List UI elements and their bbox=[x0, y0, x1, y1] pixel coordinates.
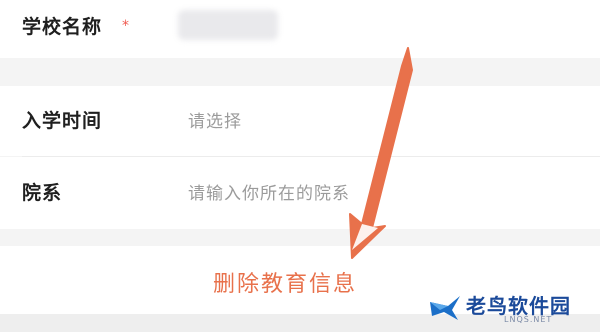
school-name-row[interactable]: 学校名称 * bbox=[0, 0, 600, 58]
school-name-label: 学校名称 bbox=[22, 16, 103, 38]
required-mark: * bbox=[122, 18, 129, 34]
enrollment-time-label: 入学时间 bbox=[22, 110, 103, 132]
watermark-logo: 老鸟软件园 LNQS.NET bbox=[428, 288, 598, 328]
enrollment-time-select[interactable]: 请选择 bbox=[188, 107, 242, 132]
department-label: 院系 bbox=[22, 182, 63, 204]
school-name-value[interactable] bbox=[178, 10, 278, 40]
delete-education-button[interactable]: 删除教育信息 bbox=[213, 266, 357, 298]
enrollment-time-row[interactable]: 入学时间 请选择 bbox=[0, 86, 600, 156]
department-row[interactable]: 院系 请输入你所在的院系 bbox=[0, 157, 600, 229]
department-input[interactable]: 请输入你所在的院系 bbox=[188, 179, 350, 204]
watermark-subtitle: LNQS.NET bbox=[504, 315, 553, 324]
bird-icon bbox=[430, 296, 460, 320]
